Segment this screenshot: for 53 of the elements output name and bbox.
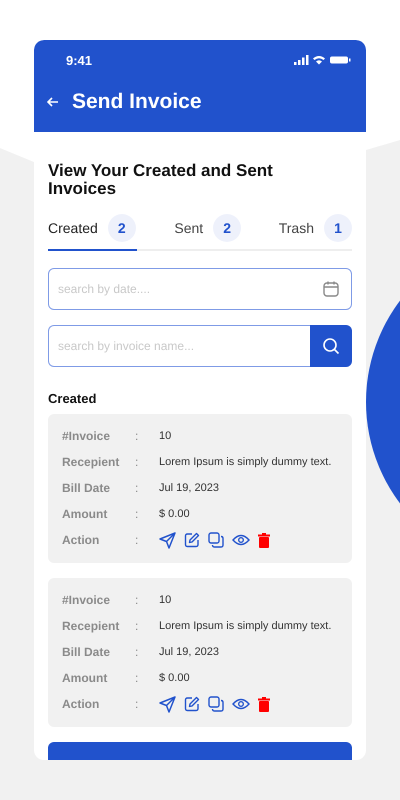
calendar-icon[interactable]	[322, 280, 340, 298]
screen-title: Send Invoice	[72, 90, 202, 114]
separator: :	[135, 507, 140, 521]
count-badge: 2	[213, 214, 242, 242]
field-value: Jul 19, 2023	[159, 482, 219, 494]
separator: :	[135, 481, 140, 495]
count-badge: 1	[324, 214, 352, 242]
field-label: Action	[62, 697, 100, 711]
field-value: $ 0.00	[159, 672, 190, 684]
separator: :	[135, 593, 140, 607]
page-heading: View Your Created and Sent Invoices	[48, 162, 274, 198]
search-icon	[322, 337, 340, 355]
field-label: #Invoice	[62, 429, 112, 443]
status-time: 9:41	[66, 52, 92, 68]
field-value: Jul 19, 2023	[159, 646, 219, 658]
send-icon[interactable]	[159, 696, 176, 712]
separator: :	[135, 645, 140, 659]
separator: :	[135, 429, 140, 443]
separator: :	[135, 533, 140, 547]
separator: :	[135, 619, 140, 633]
count-badge: 2	[108, 214, 136, 242]
section-title: Created	[48, 391, 98, 406]
field-label: Action	[62, 533, 100, 547]
field-value: Lorem Ipsum is simply dummy text.	[159, 620, 332, 632]
field-value: 10	[159, 594, 172, 606]
status-icons	[294, 54, 352, 66]
separator: :	[135, 697, 140, 711]
separator: :	[135, 671, 140, 685]
copy-icon[interactable]	[208, 696, 224, 712]
edit-icon[interactable]	[184, 696, 200, 712]
field-label: Amount	[62, 507, 108, 521]
field-label: Recepient	[62, 455, 120, 469]
tab[interactable]: Created 2	[48, 214, 137, 251]
field-value: Lorem Ipsum is simply dummy text.	[159, 456, 332, 468]
send-icon[interactable]	[159, 532, 176, 548]
eye-icon[interactable]	[232, 698, 250, 710]
separator: :	[135, 455, 140, 469]
field-label: Amount	[62, 671, 108, 685]
tab[interactable]: Trash 1	[278, 214, 352, 251]
field-label: Bill Date	[62, 481, 112, 495]
back-arrow-icon[interactable]	[47, 97, 59, 107]
eye-icon[interactable]	[232, 534, 250, 546]
field-label: Recepient	[62, 619, 120, 633]
field-value: 10	[159, 430, 172, 442]
field-value: $ 0.00	[159, 508, 190, 520]
field-label: #Invoice	[62, 593, 112, 607]
field-label: Bill Date	[62, 645, 112, 659]
tab[interactable]: Sent 2	[174, 214, 242, 251]
search-button[interactable]	[310, 325, 352, 367]
edit-icon[interactable]	[184, 532, 200, 548]
trash-icon[interactable]	[258, 532, 270, 548]
trash-icon[interactable]	[258, 696, 270, 712]
copy-icon[interactable]	[208, 532, 224, 548]
